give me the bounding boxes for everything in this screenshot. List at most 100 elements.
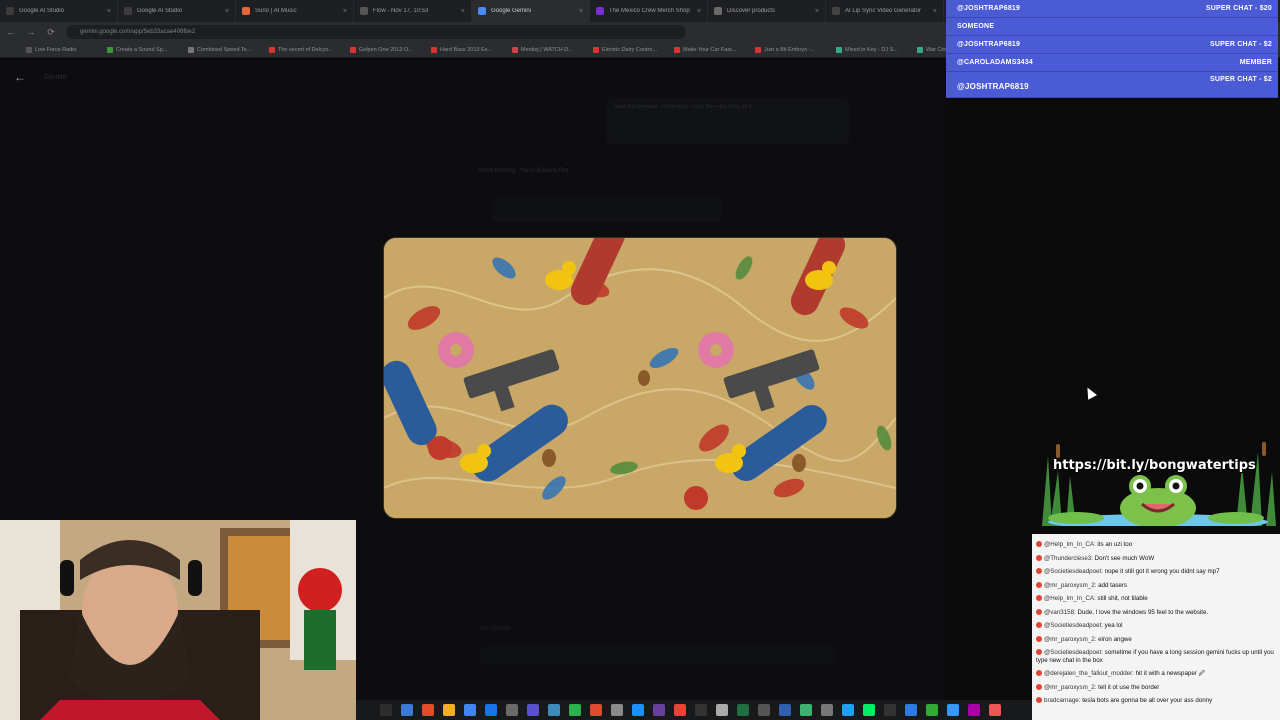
bookmark-item[interactable]: Make Your Car Fast... (674, 46, 747, 53)
browser-tab[interactable]: Flow - Nov 17, 10:53 × (354, 0, 472, 22)
taskbar-app-icon[interactable] (800, 704, 812, 716)
taskbar-app-icon[interactable] (842, 704, 854, 716)
taskbar-app-icon[interactable] (548, 704, 560, 716)
taskbar-app-icon[interactable] (485, 704, 497, 716)
bookmark-favicon-icon (269, 46, 275, 53)
response-placeholder (492, 196, 722, 222)
bookmark-label: Electric Dairy Contro... (602, 46, 658, 53)
bookmark-item[interactable]: Mixed in Key - DJ S... (836, 46, 909, 53)
forward-icon[interactable]: → (26, 27, 36, 37)
youtube-icon (1036, 554, 1042, 561)
youtube-icon (1036, 635, 1042, 642)
bookmark-item[interactable]: Electric Dairy Contro... (593, 46, 666, 53)
super-chat-name: @JOSHTRAP6819 (957, 82, 1029, 91)
url-text: gemini.google.com/app/5eb33acae406fbe2 (80, 29, 196, 35)
super-chat-list: @JOSHTRAP6819 SUPER CHAT - $20 SOMEONE @JOS… (946, 0, 1278, 98)
tab-close-icon[interactable]: × (579, 8, 583, 15)
youtube-icon (1036, 568, 1042, 575)
bookmark-item[interactable]: Combined Speed Te... (188, 46, 261, 53)
bookmark-favicon-icon (188, 46, 194, 53)
taskbar-app-icon[interactable] (569, 704, 581, 716)
browser-tab[interactable]: Suno | AI Music × (236, 0, 354, 22)
taskbar-app-icon[interactable] (905, 704, 917, 716)
taskbar-app-icon[interactable] (401, 704, 413, 716)
reload-icon[interactable]: ⟳ (46, 27, 56, 38)
taskbar-app-icon[interactable] (821, 704, 833, 716)
taskbar-app-icon[interactable] (380, 704, 392, 716)
taskbar-app-icon[interactable] (779, 704, 791, 716)
browser-tab[interactable]: AI Lip Sync Video Generator × (826, 0, 944, 22)
bookmark-item[interactable]: Gelpen One 2013 O... (350, 46, 423, 53)
super-chat-tag: SUPER CHAT - $2 (1210, 41, 1272, 48)
taskbar-app-icon[interactable] (653, 704, 665, 716)
youtube-icon (1036, 608, 1042, 615)
tab-close-icon[interactable]: × (933, 8, 937, 15)
tab-title: The Mexico Crew Merch Shop (609, 8, 690, 14)
back-icon[interactable]: ← (6, 27, 16, 37)
super-chat-name: SOMEONE (957, 23, 995, 30)
generated-image[interactable] (384, 238, 896, 518)
taskbar-app-icon[interactable] (968, 704, 980, 716)
taskbar-app-icon[interactable] (926, 704, 938, 716)
taskbar-app-icon[interactable] (527, 704, 539, 716)
back-arrow-icon[interactable]: ← (14, 70, 26, 84)
chat-text: elron angwe (1098, 635, 1132, 643)
chat-author: @mr_paroxysm_2: (1044, 635, 1097, 643)
super-chat-name: @JOSHTRAP6819 (957, 5, 1021, 12)
chat-text: Dude, I love the windows 95 feel to the … (1077, 608, 1209, 616)
url-field[interactable]: gemini.google.com/app/5eb33acae406fbe2 (66, 25, 686, 39)
bookmark-item[interactable]: Hard Bass 2013 Es... (431, 46, 504, 53)
taskbar-app-icon[interactable] (464, 704, 476, 716)
tab-close-icon[interactable]: × (815, 8, 819, 15)
taskbar-app-icon[interactable] (674, 704, 686, 716)
super-chat-row: @CAROLADAMS3434 MEMBER (946, 54, 1278, 72)
promo-banner[interactable]: https://bit.ly/bongwatertips (1036, 436, 1280, 530)
bookmark-label: Make Your Car Fast... (683, 46, 737, 53)
promo-link[interactable]: https://bit.ly/bongwatertips (1053, 458, 1256, 473)
chat-author: @Societiesdeadpoet: (1044, 568, 1103, 575)
taskbar-app-icon[interactable] (947, 704, 959, 716)
taskbar-app-icon[interactable] (443, 704, 455, 716)
bookmark-item[interactable]: Low Force Radio (26, 46, 99, 53)
youtube-icon (1036, 581, 1042, 588)
taskbar-app-icon[interactable] (632, 704, 644, 716)
bookmark-item[interactable]: Just a Bit Embryo -... (755, 46, 828, 53)
bookmark-item[interactable]: Create a Sound Sp... (107, 46, 180, 53)
chat-message: @derejalen_the_fallout_modder: hit it wi… (1032, 667, 1280, 681)
chat-text: hit it with a newspaper 🖉 (1135, 670, 1206, 677)
prompt-input[interactable] (478, 646, 838, 664)
taskbar-app-icon[interactable] (695, 704, 707, 716)
bookmark-favicon-icon (107, 46, 113, 53)
taskbar-app-icon[interactable] (611, 704, 623, 716)
tab-title: Google AI Studio (19, 8, 65, 14)
taskbar-app-icon[interactable] (758, 704, 770, 716)
tab-close-icon[interactable]: × (697, 8, 701, 15)
model-label: Show thinking · Nano Banana Pro (478, 168, 569, 174)
browser-tab[interactable]: The Mexico Crew Merch Shop × (590, 0, 708, 22)
bookmark-favicon-icon (431, 46, 437, 53)
bookmark-item[interactable]: Mentioj | WATCH D... (512, 46, 585, 53)
super-chat-name: @CAROLADAMS3434 (957, 59, 1033, 66)
taskbar-app-icon[interactable] (863, 704, 875, 716)
taskbar-app-icon[interactable] (884, 704, 896, 716)
taskbar-app-icon[interactable] (590, 704, 602, 716)
bookmark-item[interactable]: The secret of Delcyo... (269, 46, 342, 53)
bookmark-label: The secret of Delcyo... (278, 46, 334, 53)
tab-close-icon[interactable]: × (343, 8, 347, 15)
tab-close-icon[interactable]: × (461, 8, 465, 15)
browser-tab[interactable]: Discover products × (708, 0, 826, 22)
browser-tab[interactable]: Google AI Studio × (0, 0, 118, 22)
taskbar-app-icon[interactable] (989, 704, 1001, 716)
chat-message: @Help_Im_In_CA: its an uzi too (1032, 538, 1280, 552)
taskbar-app-icon[interactable] (506, 704, 518, 716)
chat-text: tesla bots are gonna be all over your as… (1082, 697, 1213, 704)
browser-tab[interactable]: Google Gemini × (472, 0, 590, 22)
chat-message: @mr_paroxysm_2: tell it ot use the borde… (1032, 681, 1280, 695)
taskbar-app-icon[interactable] (716, 704, 728, 716)
frog-pond-icon (1042, 442, 1276, 530)
browser-tab[interactable]: Google AI Studio × (118, 0, 236, 22)
taskbar-app-icon[interactable] (737, 704, 749, 716)
taskbar-app-icon[interactable] (422, 704, 434, 716)
tab-close-icon[interactable]: × (225, 8, 229, 15)
tab-close-icon[interactable]: × (107, 8, 111, 15)
